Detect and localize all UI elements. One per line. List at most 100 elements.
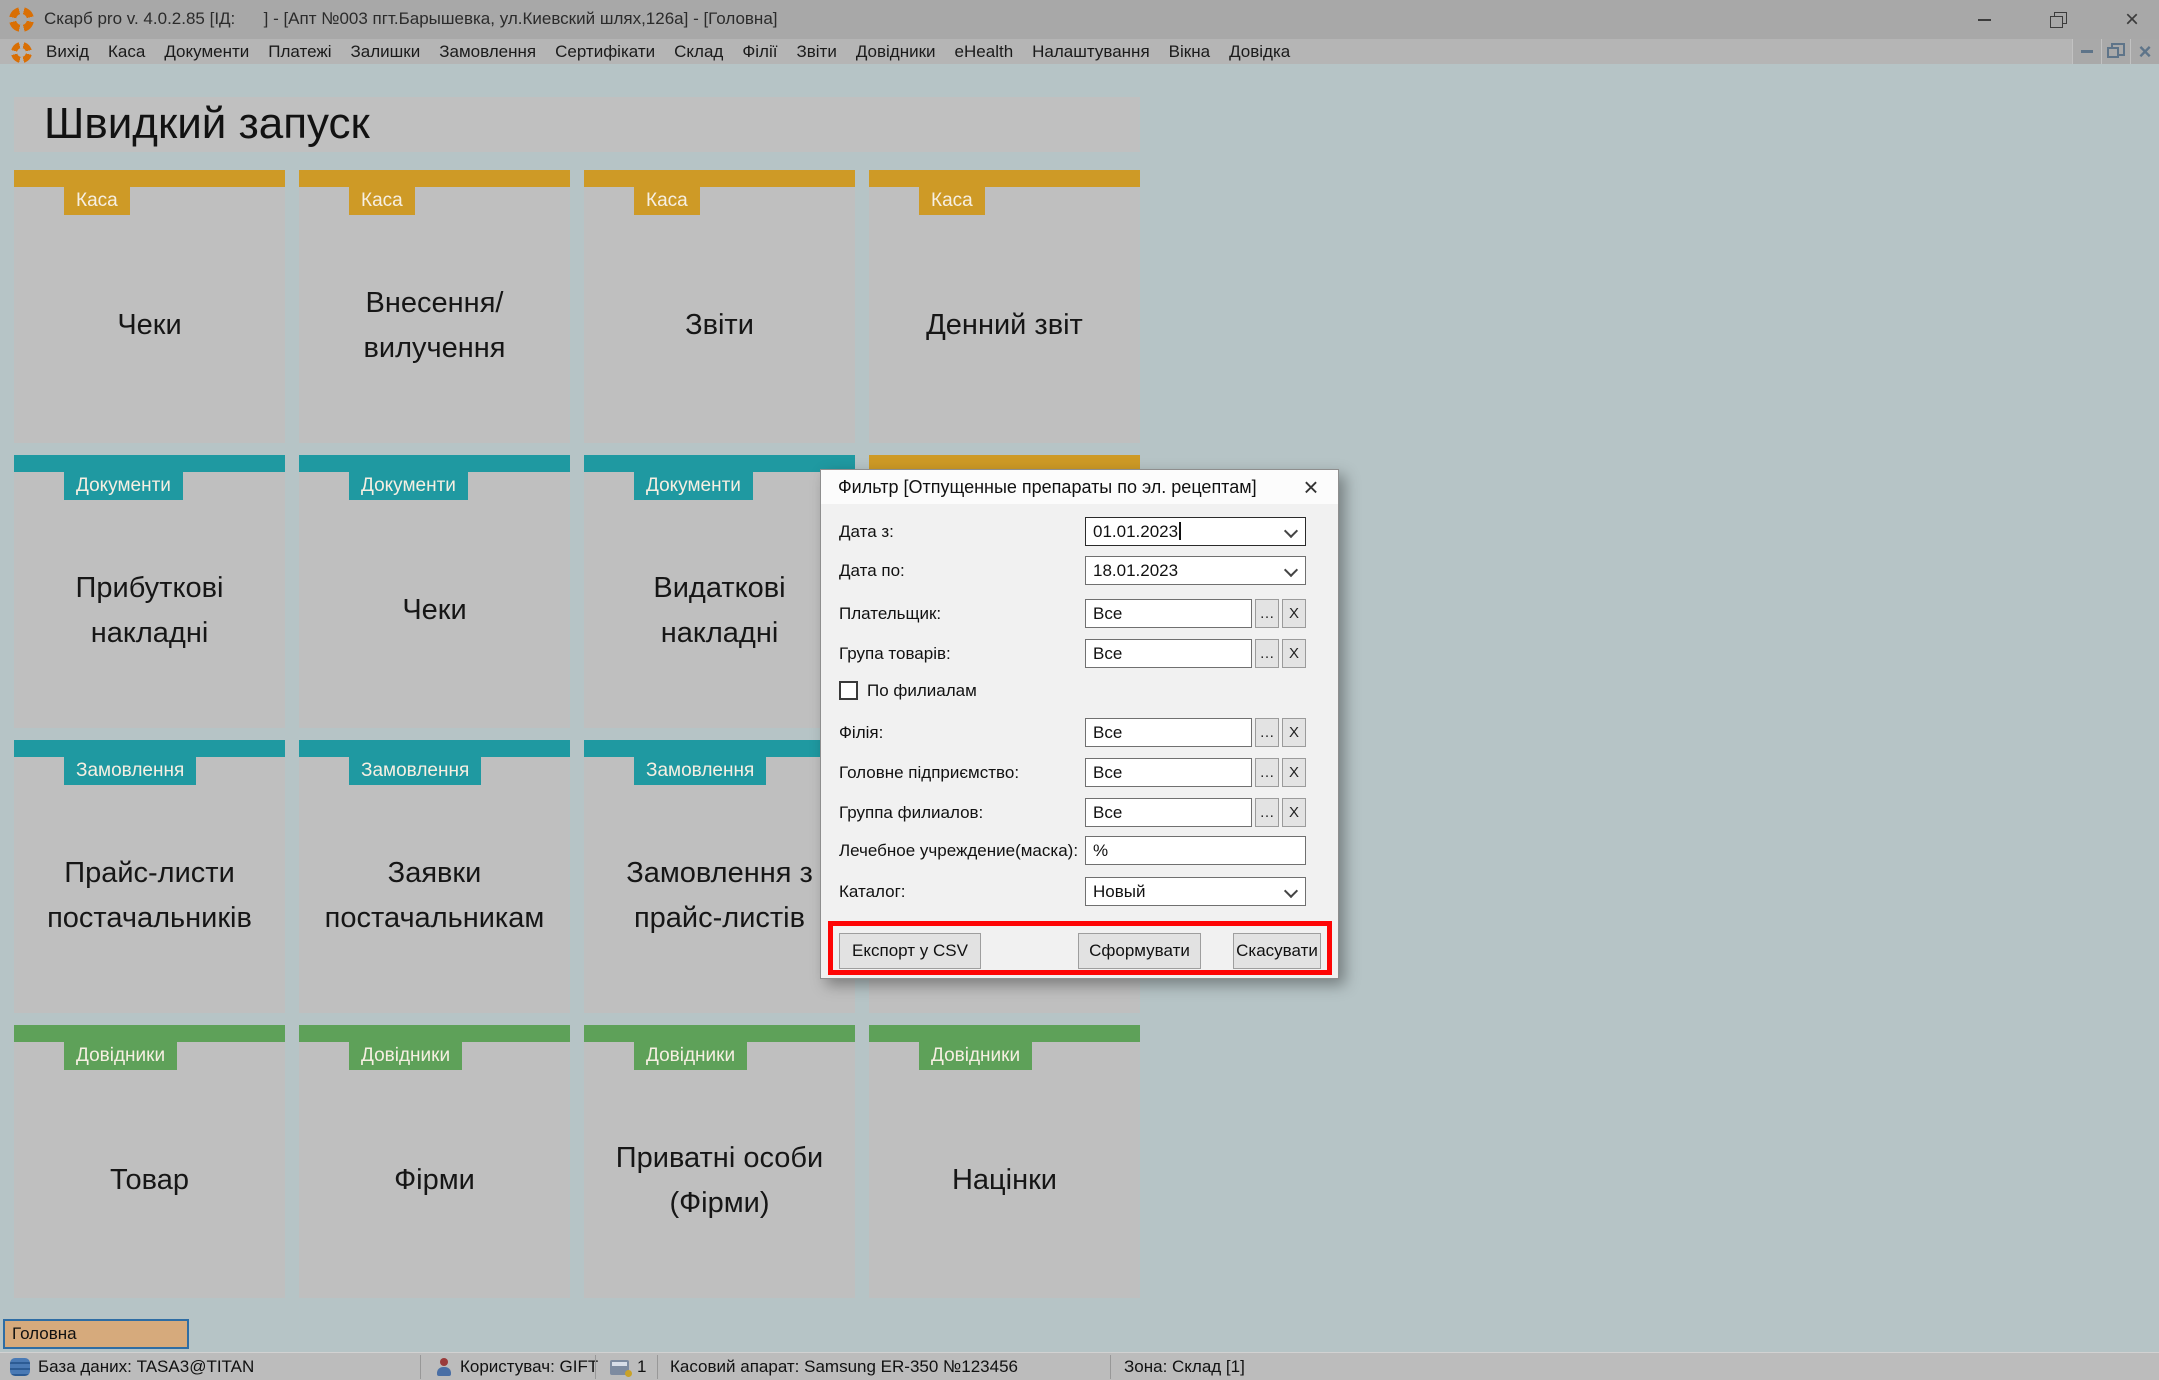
branch-group-input[interactable]: Все [1085,798,1252,827]
category-bar [14,1025,285,1042]
menu-item-stocks[interactable]: Залишки [351,42,421,62]
dialog-title-bar[interactable]: Фильтр [Отпущенные препараты по эл. реце… [821,470,1338,504]
clear-button[interactable]: X [1282,639,1306,668]
date-from-row: Дата з: 01.01.2023 [821,517,1338,546]
status-register-count-text: 1 [637,1357,646,1377]
database-icon [10,1358,30,1376]
tile-directories-private-persons[interactable]: Довідники Приватні особи (Фірми) [584,1025,855,1298]
category-label: Документи [349,472,468,500]
close-button[interactable] [2117,7,2147,33]
clear-button[interactable]: X [1282,718,1306,747]
menu-item-orders[interactable]: Замовлення [439,42,536,62]
user-icon [436,1358,452,1376]
clear-button[interactable]: X [1282,599,1306,628]
category-bar [299,170,570,187]
minimize-button[interactable] [1969,7,1999,33]
menu-item-branches[interactable]: Філії [742,42,777,62]
clear-button[interactable]: X [1282,758,1306,787]
date-to-label: Дата по: [839,556,905,585]
category-bar [869,1025,1140,1042]
tile-label: Внесення/вилучення [311,218,558,433]
status-bar: База даних: TASA3@TITAN Користувач: GIFT… [0,1352,2159,1380]
tile-orders-supplier-pricelists[interactable]: Замовлення Прайс-листи постачальників [14,740,285,1013]
date-to-row: Дата по: 18.01.2023 [821,556,1338,585]
head-company-row: Головне підприємство: Все … X [821,758,1338,787]
catalog-row: Каталог: Новый [821,877,1338,906]
date-to-input[interactable]: 18.01.2023 [1085,556,1306,585]
status-database-text: База даних: TASA3@TITAN [38,1357,254,1377]
tile-label: Видаткові накладні [596,503,843,718]
tile-directories-markups[interactable]: Довідники Націнки [869,1025,1140,1298]
menu-item-ehealth[interactable]: eHealth [955,42,1014,62]
menu-bar: Вихід Каса Документи Платежі Залишки Зам… [0,39,2159,64]
medical-institution-row: Лечебное учреждение(маска): % [821,836,1338,865]
cash-register-icon [610,1360,629,1375]
menu-item-directories[interactable]: Довідники [856,42,936,62]
category-bar [299,1025,570,1042]
menu-item-reports[interactable]: Звіти [796,42,836,62]
chevron-down-icon[interactable] [1284,563,1298,577]
status-database: База даних: TASA3@TITAN [10,1353,254,1380]
ellipsis-button[interactable]: … [1255,718,1279,747]
tile-kasa-reports[interactable]: Каса Звіти [584,170,855,443]
mdi-restore-button[interactable] [2101,39,2130,64]
cancel-button[interactable]: Скасувати [1233,933,1321,969]
status-zone: Зона: Склад [1] [1124,1353,1245,1380]
tile-label: Заявки постачальникам [311,788,558,1003]
goods-group-input[interactable]: Все [1085,639,1252,668]
restore-icon [2054,12,2067,24]
window-title: Скарб pro v. 4.0.2.85 [ІД: ] - [Апт №003… [44,9,778,29]
payer-input[interactable]: Все [1085,599,1252,628]
category-label: Замовлення [349,757,481,785]
ellipsis-button[interactable]: … [1255,599,1279,628]
menu-item-settings[interactable]: Налаштування [1032,42,1150,62]
tile-orders-supplier-requests[interactable]: Замовлення Заявки постачальникам [299,740,570,1013]
branch-input[interactable]: Все [1085,718,1252,747]
menu-item-exit[interactable]: Вихід [46,42,89,62]
restore-button[interactable] [2043,7,2073,33]
dialog-close-icon[interactable] [1298,474,1324,500]
menu-item-kasa[interactable]: Каса [108,42,145,62]
menu-item-warehouse[interactable]: Склад [674,42,723,62]
head-company-label: Головне підприємство: [839,758,1019,787]
branch-label: Філія: [839,718,883,747]
quick-launch-header: Швидкий запуск [14,97,1140,152]
ellipsis-button[interactable]: … [1255,798,1279,827]
category-label: Документи [634,472,753,500]
menu-item-help[interactable]: Довідка [1229,42,1290,62]
category-label: Каса [634,187,700,215]
head-company-input[interactable]: Все [1085,758,1252,787]
ellipsis-button[interactable]: … [1255,758,1279,787]
status-user: Користувач: GIFT [436,1353,598,1380]
menu-item-certificates[interactable]: Сертифікати [555,42,655,62]
tile-documents-checks[interactable]: Документи Чеки [299,455,570,728]
tile-kasa-checks[interactable]: Каса Чеки [14,170,285,443]
status-separator [420,1355,421,1379]
chevron-down-icon[interactable] [1284,884,1298,898]
date-from-input[interactable]: 01.01.2023 [1085,517,1306,546]
by-branches-checkbox[interactable] [839,681,858,700]
generate-button[interactable]: Сформувати [1078,933,1201,969]
ellipsis-button[interactable]: … [1255,639,1279,668]
menu-item-documents[interactable]: Документи [164,42,249,62]
export-csv-button[interactable]: Експорт у CSV [839,933,981,969]
chevron-down-icon[interactable] [1284,524,1298,538]
menu-item-windows[interactable]: Вікна [1169,42,1210,62]
mdi-minimize-button[interactable] [2072,39,2101,64]
tile-kasa-deposit-withdrawal[interactable]: Каса Внесення/вилучення [299,170,570,443]
tile-directories-goods[interactable]: Довідники Товар [14,1025,285,1298]
tile-orders-from-pricelists[interactable]: Замовлення Замовлення з прайс-листів [584,740,855,1013]
medical-institution-input[interactable]: % [1085,836,1306,865]
clear-button[interactable]: X [1282,798,1306,827]
category-label: Довідники [349,1042,462,1070]
tile-kasa-daily-report[interactable]: Каса Денний звіт [869,170,1140,443]
category-label: Документи [64,472,183,500]
tile-documents-outgoing-invoices[interactable]: Документи Видаткові накладні [584,455,855,728]
mdi-close-button[interactable] [2130,39,2159,64]
tab-home[interactable]: Головна [3,1319,189,1349]
tile-directories-firms[interactable]: Довідники Фірми [299,1025,570,1298]
tile-label: Звіти [596,218,843,433]
tile-documents-incoming-invoices[interactable]: Документи Прибуткові накладні [14,455,285,728]
catalog-select[interactable]: Новый [1085,877,1306,906]
menu-item-payments[interactable]: Платежі [268,42,331,62]
